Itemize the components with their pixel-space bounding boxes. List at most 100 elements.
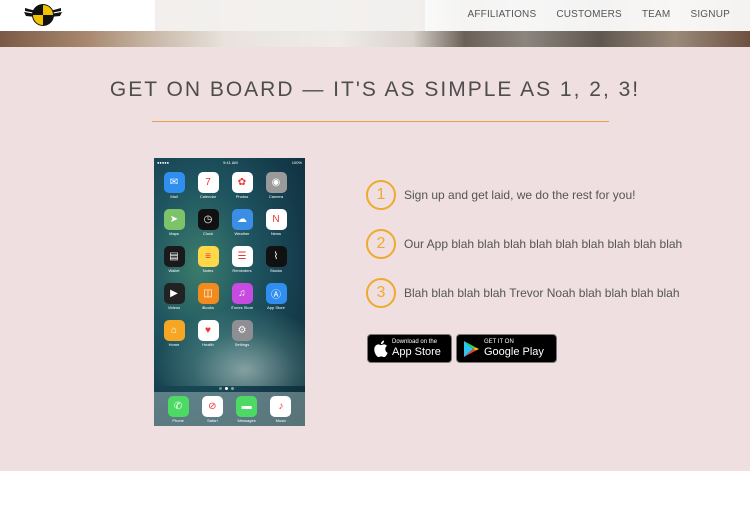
app-label: Camera	[268, 194, 284, 199]
music-icon: ♪	[270, 395, 292, 417]
app-home: ⌂ Home	[163, 320, 185, 347]
stocks-icon: ⌇	[265, 246, 287, 267]
app-phone: ✆ Phone	[167, 395, 189, 423]
app-label: Phone	[172, 417, 184, 423]
step-3: 3 Blah blah blah blah Trevor Noah blah b…	[366, 278, 680, 308]
top-nav: AFFILIATIONS CUSTOMERS TEAM SIGNUP	[467, 9, 730, 20]
app-label: App Store	[267, 305, 285, 310]
phone-screenshot: ●●●●● 9:41 AM 100% ✉ Mail 7 Calendar ✿ Photos…	[154, 158, 305, 426]
app-calendar: 7 Calendar	[197, 172, 219, 199]
phone-time: 9:41 AM	[223, 159, 238, 165]
news-icon: N	[265, 209, 287, 230]
app-maps: ➤ Maps	[163, 209, 185, 236]
nav-affiliations[interactable]: AFFILIATIONS	[467, 9, 536, 20]
settings-icon: ⚙	[231, 320, 253, 341]
app-label: Settings	[234, 342, 250, 347]
google-play-small: GET IT ON	[484, 339, 514, 345]
ibooks-icon: ◫	[197, 283, 219, 304]
google-play-badge[interactable]: GET IT ON Google Play	[456, 334, 557, 363]
app-camera: ◉ Camera	[265, 172, 287, 199]
step-number: 1	[366, 180, 396, 210]
videos-icon: ▶	[163, 283, 185, 304]
app-label: Music	[275, 417, 287, 423]
app-wallet: ▤ Wallet	[163, 246, 185, 273]
nav-team[interactable]: TEAM	[642, 9, 671, 20]
camera-icon: ◉	[265, 172, 287, 193]
app-photos: ✿ Photos	[231, 172, 253, 199]
google-play-icon	[463, 340, 480, 358]
app-label: Clock	[202, 231, 213, 236]
app-settings: ⚙ Settings	[231, 320, 253, 347]
step-number: 2	[366, 229, 396, 259]
app-label: iTunes Store	[230, 305, 254, 310]
google-play-big: Google Play	[484, 346, 544, 358]
nav-signup[interactable]: SIGNUP	[690, 9, 730, 20]
clock-icon: ◷	[197, 209, 219, 230]
header: AFFILIATIONS CUSTOMERS TEAM SIGNUP	[0, 0, 750, 47]
nav-customers[interactable]: CUSTOMERS	[556, 9, 622, 20]
phone-status-bar: ●●●●● 9:41 AM 100%	[154, 158, 305, 166]
app-dock: ✆ Phone ⊘ Safari ▬ Messages ♪ Music	[154, 392, 305, 426]
weather-icon: ☁	[231, 209, 253, 230]
app-weather: ☁ Weather	[231, 209, 253, 236]
calendar-icon: 7	[197, 172, 219, 193]
phone-battery: 100%	[291, 159, 302, 165]
app-label: Photos	[235, 194, 249, 199]
app-music: ♪ Music	[270, 395, 292, 423]
app-label: Maps	[169, 231, 179, 236]
reminders-icon: ☰	[231, 246, 253, 267]
app-label: Wallet	[168, 268, 180, 273]
itunes-store-icon: ♫	[231, 283, 253, 304]
app-stocks: ⌇ Stocks	[265, 246, 287, 273]
app-store-badge[interactable]: Download on the App Store	[367, 334, 452, 363]
app-label: Messages	[237, 417, 256, 423]
step-number: 3	[366, 278, 396, 308]
app-grid: ✉ Mail 7 Calendar ✿ Photos ◉ Camera ➤ Maps ◷ Clock ☁…	[163, 172, 297, 347]
step-text: Sign up and get laid, we do the rest for…	[404, 188, 636, 202]
step-2: 2 Our App blah blah blah blah blah blah …	[366, 229, 682, 259]
app-itunes-store: ♫ iTunes Store	[231, 283, 253, 310]
app-messages: ▬ Messages	[236, 395, 258, 423]
app-label: Weather	[234, 231, 250, 236]
app-store-big: App Store	[392, 346, 441, 358]
logo[interactable]	[22, 2, 64, 30]
health-icon: ♥	[197, 320, 219, 341]
app-label: Calendar	[199, 194, 217, 199]
app-label: News	[270, 231, 281, 236]
wings-shield-logo-icon	[24, 4, 62, 26]
app-clock: ◷ Clock	[197, 209, 219, 236]
messages-icon: ▬	[236, 395, 258, 417]
phone-icon: ✆	[167, 395, 189, 417]
app-label: Mail	[170, 194, 178, 199]
app-label: Safari	[207, 417, 218, 423]
app-label: Notes	[202, 268, 214, 273]
phone-carrier: ●●●●●	[157, 159, 170, 165]
app-store-small: Download on the	[392, 339, 438, 345]
app-label: iBooks	[201, 305, 214, 310]
photos-icon: ✿	[231, 172, 253, 193]
app-app-store: Ⓐ App Store	[265, 283, 287, 310]
app-label: Health	[202, 342, 214, 347]
wallet-icon: ▤	[163, 246, 185, 267]
get-on-board-section: GET ON BOARD — IT'S AS SIMPLE AS 1, 2, 3…	[0, 47, 750, 471]
apple-icon	[374, 340, 388, 357]
app-mail: ✉ Mail	[163, 172, 185, 199]
app-news: N News	[265, 209, 287, 236]
title-divider	[152, 121, 609, 122]
maps-icon: ➤	[163, 209, 185, 230]
safari-icon: ⊘	[201, 395, 223, 417]
app-label: Home	[168, 342, 180, 347]
notes-icon: ≡	[197, 246, 219, 267]
app-notes: ≡ Notes	[197, 246, 219, 273]
app-ibooks: ◫ iBooks	[197, 283, 219, 310]
app-safari: ⊘ Safari	[201, 395, 223, 423]
step-text: Blah blah blah blah Trevor Noah blah bla…	[404, 286, 680, 300]
mail-icon: ✉	[163, 172, 185, 193]
app-health: ♥ Health	[197, 320, 219, 347]
page-dots	[219, 387, 234, 390]
step-1: 1 Sign up and get laid, we do the rest f…	[366, 180, 635, 210]
header-shade	[155, 0, 425, 31]
app-store-icon: Ⓐ	[265, 283, 287, 304]
app-label: Stocks	[269, 268, 282, 273]
home-icon: ⌂	[163, 320, 185, 341]
